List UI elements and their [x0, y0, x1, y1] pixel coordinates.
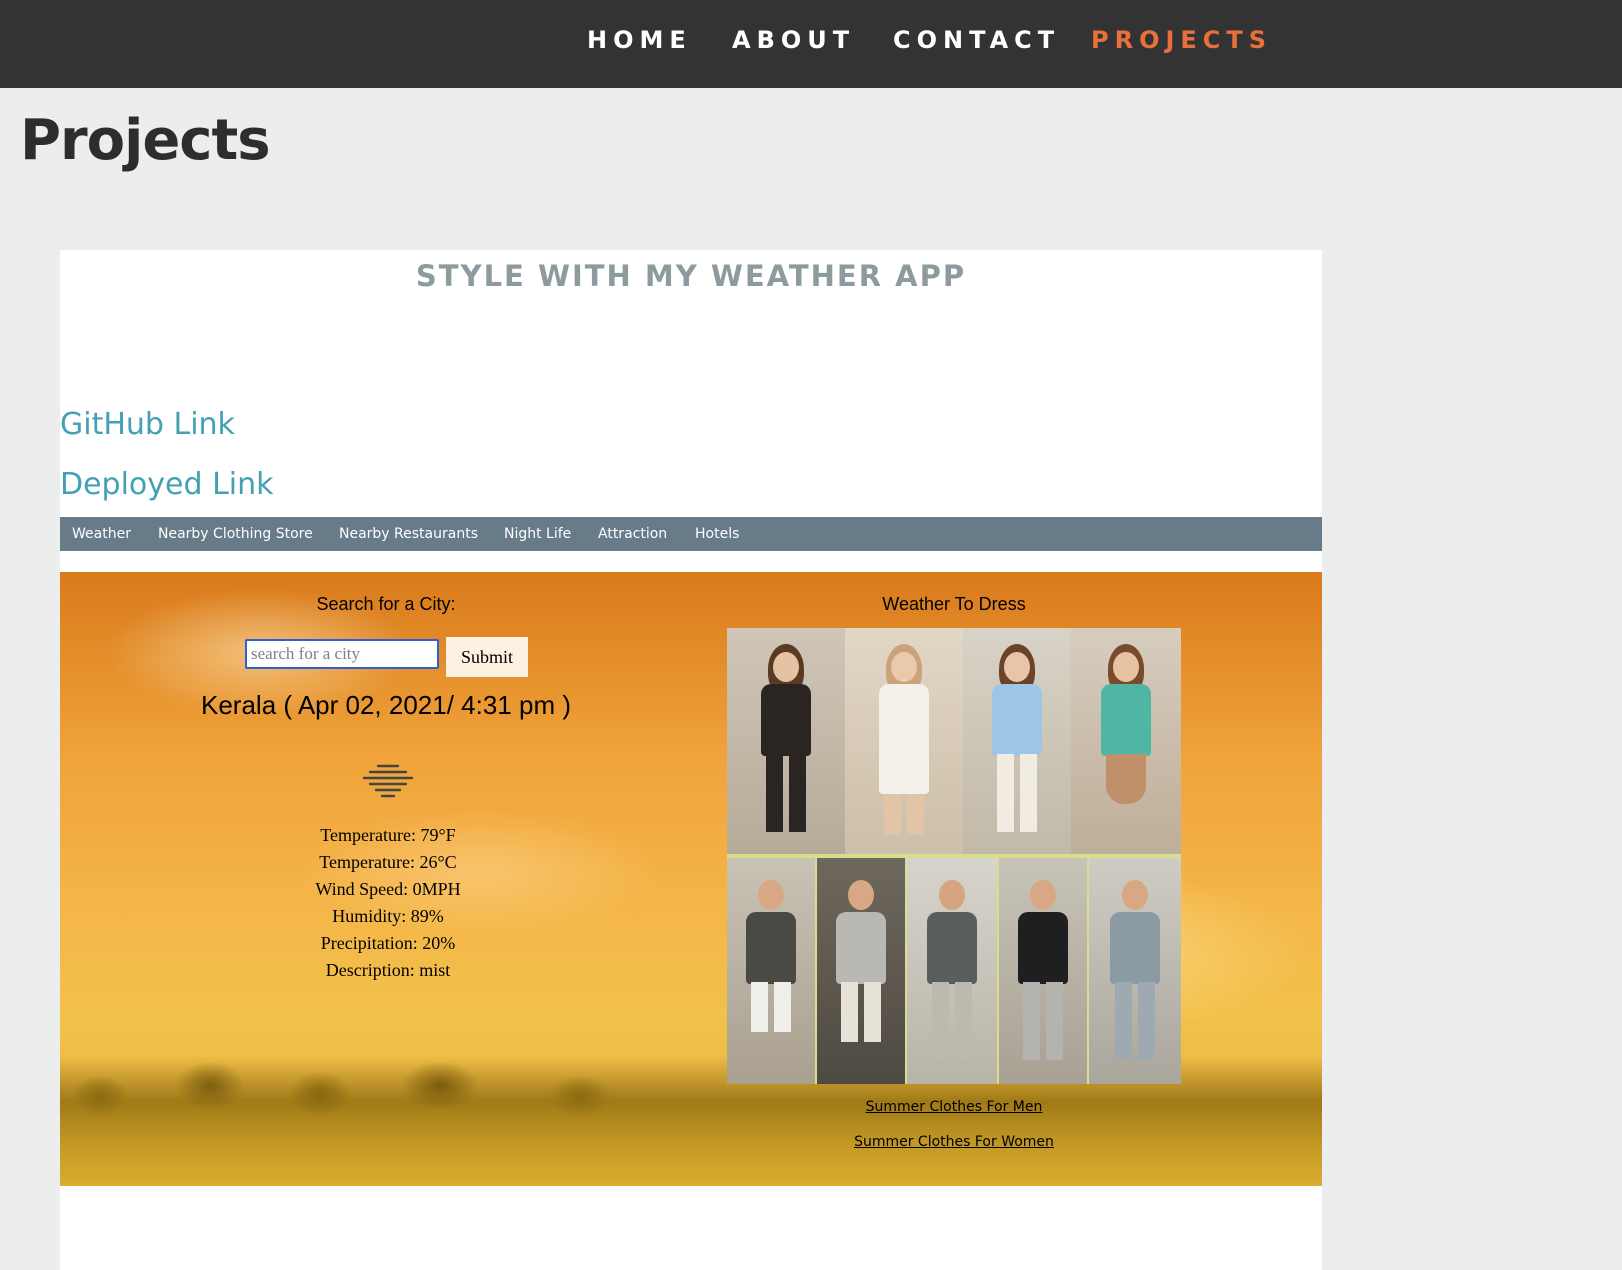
- outfit-photo-women-3: [963, 628, 1071, 854]
- nav-projects-link[interactable]: PROJECTS: [1091, 22, 1272, 58]
- search-heading: Search for a City:: [316, 594, 456, 614]
- outfit-collage: [727, 628, 1181, 1084]
- outfit-photo-men-1: [727, 858, 815, 1084]
- submit-button[interactable]: Submit: [446, 637, 528, 677]
- app-nav-restaurants[interactable]: Nearby Restaurants: [339, 517, 478, 551]
- stat-humidity: Humidity: 89%: [332, 906, 444, 926]
- top-navbar: HOME ABOUT CONTACT PROJECTS: [0, 0, 1622, 88]
- outfit-photo-men-5: [1089, 858, 1181, 1084]
- deployed-link[interactable]: Deployed Link: [60, 465, 274, 505]
- nav-home-link[interactable]: HOME: [587, 22, 692, 58]
- summer-men-link[interactable]: Summer Clothes For Men: [727, 1099, 1181, 1115]
- page-title: Projects: [20, 108, 271, 173]
- outfit-photo-women-4: [1071, 628, 1181, 854]
- dress-heading: Weather To Dress: [882, 594, 1026, 614]
- city-date-heading: Kerala ( Apr 02, 2021/ 4:31 pm ): [201, 690, 571, 720]
- city-search-input[interactable]: [245, 639, 439, 669]
- summer-women-link[interactable]: Summer Clothes For Women: [727, 1134, 1181, 1150]
- stat-precipitation: Precipitation: 20%: [320, 933, 456, 953]
- stat-wind-speed: Wind Speed: 0MPH: [315, 879, 461, 899]
- outfit-photo-women-1: [727, 628, 845, 854]
- app-navbar: Weather Nearby Clothing Store Nearby Res…: [60, 517, 1322, 551]
- nav-about-link[interactable]: ABOUT: [732, 22, 855, 58]
- app-screenshot: Search for a City: Submit Kerala ( Apr 0…: [60, 572, 1322, 1186]
- outfit-photo-men-3: [907, 858, 997, 1084]
- nav-contact-link[interactable]: CONTACT: [893, 22, 1060, 58]
- stat-temperature-c: Temperature: 26°C: [319, 852, 457, 872]
- outfit-photo-men-2: [817, 858, 905, 1084]
- app-nav-night-life[interactable]: Night Life: [504, 517, 571, 551]
- mist-icon: [362, 764, 414, 798]
- project-title: STYLE WITH MY WEATHER APP: [415, 259, 967, 293]
- project-card: STYLE WITH MY WEATHER APP GitHub Link De…: [60, 250, 1322, 1270]
- github-link[interactable]: GitHub Link: [60, 405, 235, 445]
- outfit-photo-women-2: [845, 628, 963, 854]
- app-nav-clothing-store[interactable]: Nearby Clothing Store: [158, 517, 313, 551]
- app-nav-attraction[interactable]: Attraction: [598, 517, 667, 551]
- app-nav-weather[interactable]: Weather: [72, 517, 131, 551]
- weather-stats: Temperature: 79°F Temperature: 26°C Wind…: [212, 822, 564, 984]
- app-nav-hotels[interactable]: Hotels: [695, 517, 739, 551]
- outfit-photo-men-4: [999, 858, 1087, 1084]
- stat-temperature-f: Temperature: 79°F: [320, 825, 456, 845]
- stat-description: Description: mist: [325, 960, 451, 980]
